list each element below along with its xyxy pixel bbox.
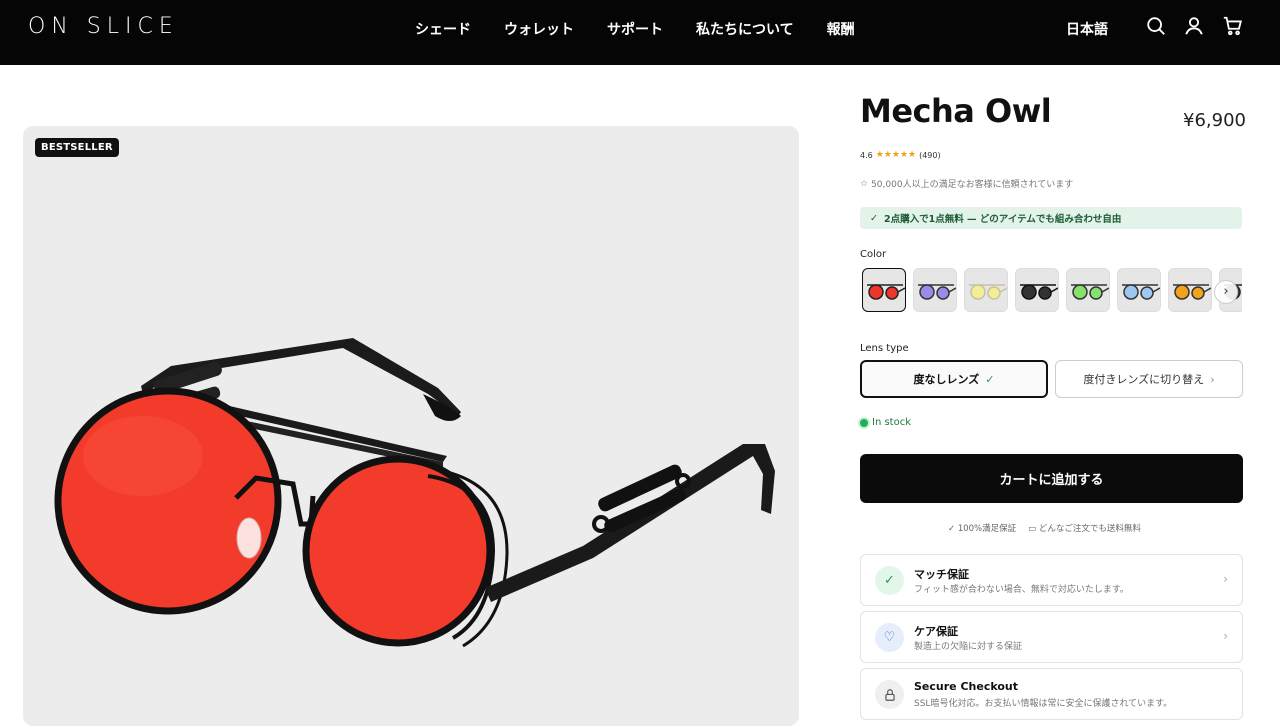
promo-text: 2点購入で1点無料 — どのアイテムでも組み合わせ自由 (883, 214, 1122, 225)
cart-icon[interactable] (1222, 15, 1244, 37)
card-match-guarantee[interactable]: ✓ マッチ保証 フィット感が合わない場合、無料で対応いたします。 › (860, 554, 1243, 606)
rating-summary[interactable]: 4.6 ★★★★★ (490) (860, 150, 941, 160)
sunglasses-thumbnail (1122, 284, 1160, 300)
sunglasses-thumbnail (1071, 284, 1109, 300)
assurance-row: ✓ 100%満足保証 ▭ どんなご注文でも送料無料 (948, 522, 1141, 534)
check-icon: ✓ (870, 212, 878, 224)
color-swatch[interactable] (1015, 268, 1059, 312)
product-image-panel[interactable]: BESTSELLER (23, 126, 799, 726)
card-subtitle: 製造上の欠陥に対する保証 (914, 642, 1023, 652)
color-swatch[interactable] (1168, 268, 1212, 312)
chevron-right-icon: › (1210, 372, 1215, 386)
stock-dot-icon (860, 418, 868, 427)
color-swatch[interactable] (913, 268, 957, 312)
check-icon: ✓ (985, 372, 995, 386)
card-title: Secure Checkout (914, 680, 1019, 693)
nav-link-shades[interactable]: シェード (415, 19, 471, 39)
star-rating-icon: ★★★★★ (875, 150, 917, 160)
color-swatch[interactable] (862, 268, 906, 312)
color-swatch[interactable] (1117, 268, 1161, 312)
card-title: マッチ保証 (914, 568, 969, 581)
card-subtitle: フィット感が合わない場合、無料で対応いたします。 (914, 585, 1129, 595)
lens-option-label: 度付きレンズに切り替え (1083, 373, 1205, 386)
main-menu: シェード ウォレット サポート 私たちについて 報酬 (415, 19, 888, 39)
color-swatches (862, 268, 1242, 314)
promo-banner: ✓ 2点購入で1点無料 — どのアイテムでも組み合わせ自由 (860, 207, 1242, 229)
product-image (54, 338, 775, 648)
add-to-cart-button[interactable]: カートに追加する (860, 454, 1243, 503)
search-icon[interactable] (1145, 15, 1167, 37)
review-count: (490) (919, 150, 941, 160)
card-subtitle: SSL暗号化対応。お支払い情報は常に安全に保護されています。 (914, 699, 1173, 709)
sunglasses-thumbnail (1173, 284, 1211, 300)
chevron-right-icon: › (1223, 629, 1228, 643)
lens-option-label: 度なしレンズ (913, 373, 980, 386)
chevron-right-icon: › (1223, 572, 1228, 586)
rating-value: 4.6 (860, 150, 873, 160)
lens-option-prescription[interactable]: 度付きレンズに切り替え › (1055, 360, 1243, 398)
sunglasses-thumbnail (969, 284, 1007, 300)
nav-link-wallets[interactable]: ウォレット (504, 19, 574, 39)
color-swatch[interactable] (964, 268, 1008, 312)
color-label: Color (860, 249, 887, 260)
top-nav: ON SLICE シェード ウォレット サポート 私たちについて 報酬 日本語 (0, 0, 1280, 65)
nav-link-about[interactable]: 私たちについて (696, 19, 794, 39)
heart-icon: ♡ (875, 623, 904, 652)
sunglasses-thumbnail (1020, 284, 1058, 300)
stock-text: In stock (872, 417, 912, 428)
language-selector[interactable]: 日本語 (1066, 19, 1108, 39)
product-price: ¥6,900 (1183, 110, 1246, 131)
assurance-guarantee: ✓ 100%満足保証 (948, 524, 1017, 534)
account-icon[interactable] (1183, 15, 1205, 37)
card-secure-checkout[interactable]: Secure Checkout SSL暗号化対応。お支払い情報は常に安全に保護さ… (860, 668, 1243, 720)
check-icon: ✓ (875, 566, 904, 595)
nav-link-support[interactable]: サポート (607, 19, 663, 39)
assurance-shipping: ▭ どんなご注文でも送料無料 (1028, 524, 1141, 534)
trust-text: 50,000人以上の満足なお客様に信頼されています (871, 180, 1074, 190)
lock-icon (875, 680, 904, 709)
nav-link-rewards[interactable]: 報酬 (827, 19, 855, 39)
lens-type-label: Lens type (860, 343, 909, 354)
color-swatch[interactable] (1066, 268, 1110, 312)
stock-status: In stock (860, 417, 911, 428)
sunglasses-thumbnail (867, 284, 905, 300)
brand-logo[interactable]: ON SLICE (28, 14, 179, 39)
lens-option-non-prescription[interactable]: 度なしレンズ ✓ (860, 360, 1048, 398)
card-care-guarantee[interactable]: ♡ ケア保証 製造上の欠陥に対する保証 › (860, 611, 1243, 663)
product-title: Mecha Owl (860, 92, 1052, 130)
sunglasses-thumbnail (918, 284, 956, 300)
star-outline-icon: ☆ (860, 178, 869, 189)
bestseller-badge: BESTSELLER (35, 138, 119, 157)
chevron-right-icon[interactable]: › (1214, 280, 1238, 304)
card-title: ケア保証 (914, 625, 958, 638)
trust-line: ☆ 50,000人以上の満足なお客様に信頼されています (860, 177, 1074, 191)
